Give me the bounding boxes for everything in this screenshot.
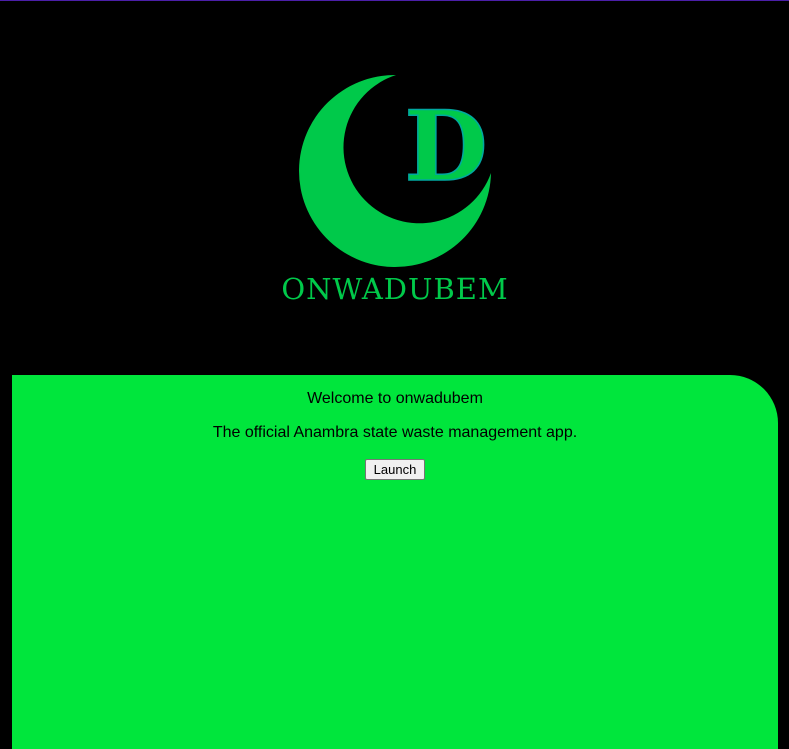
- crescent-d-logo-icon: D ONWADUBEM: [281, 74, 508, 306]
- logo-wordmark: ONWADUBEM: [281, 272, 508, 306]
- welcome-heading: Welcome to onwadubem: [307, 390, 483, 407]
- top-border: [0, 0, 789, 1]
- launch-button[interactable]: Launch: [365, 459, 425, 480]
- logo-letter: D: [404, 90, 487, 203]
- onwadubem-logo: D ONWADUBEM: [270, 62, 520, 312]
- welcome-panel: Welcome to onwadubem The official Anambr…: [12, 375, 778, 749]
- tagline-text: The official Anambra state waste managem…: [212, 424, 578, 441]
